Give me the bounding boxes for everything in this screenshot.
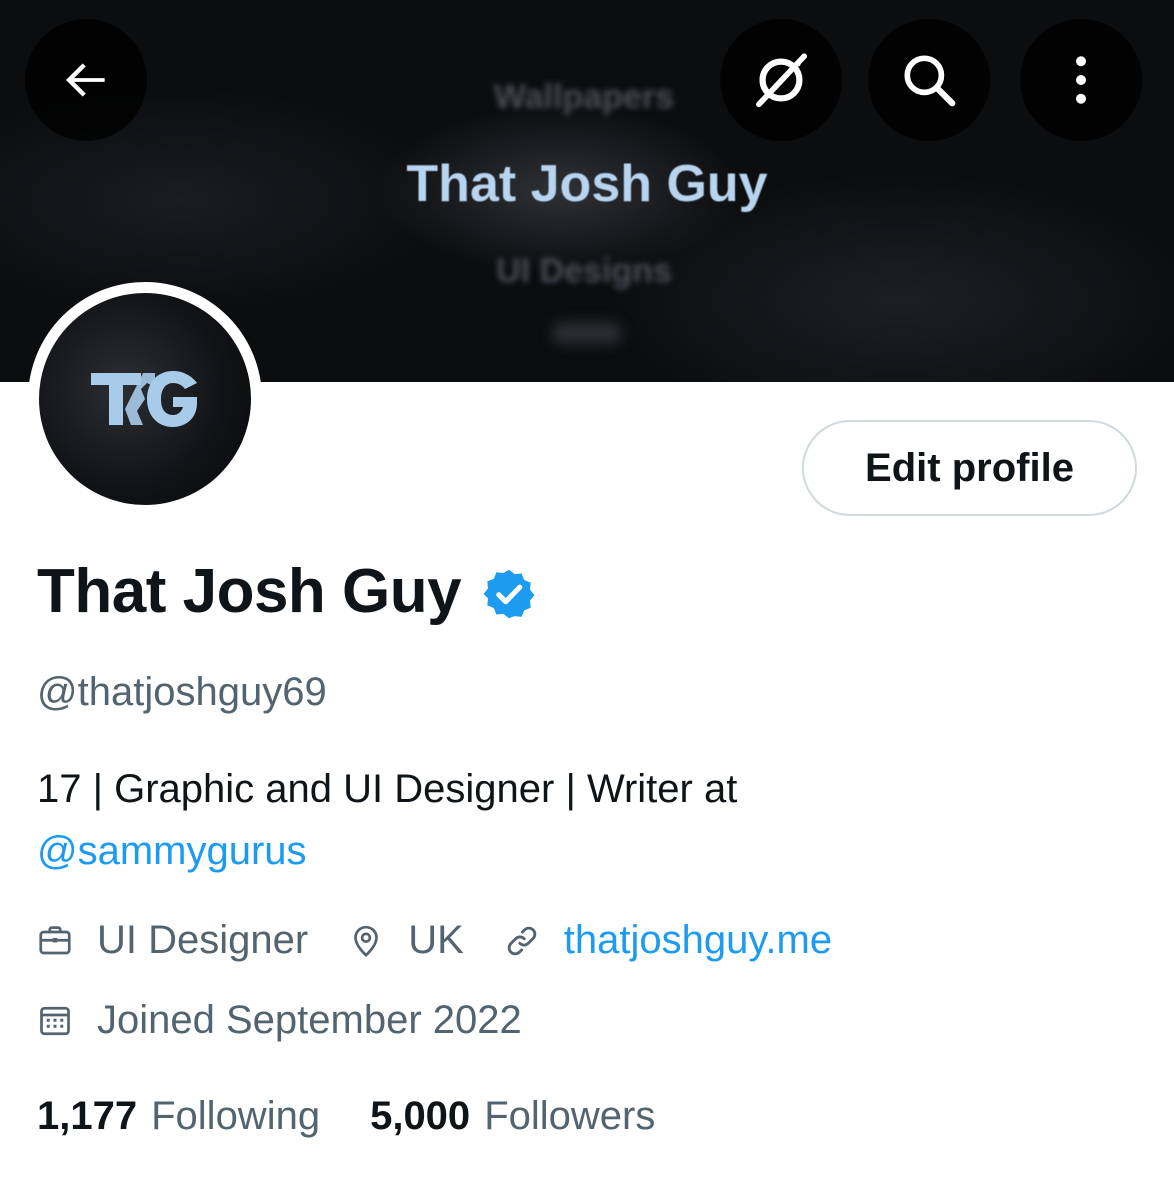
followers-count: 5,000 — [370, 1094, 471, 1138]
arrow-left-icon — [65, 63, 105, 97]
banner-line-wallpapers: Wallpapers — [493, 78, 675, 116]
more-options-button[interactable] — [1020, 19, 1142, 141]
followers-label: Followers — [484, 1094, 656, 1138]
following-stat[interactable]: 1,177 Following — [37, 1094, 320, 1139]
bio-mention-link[interactable]: @sammygurus — [37, 820, 1037, 882]
profession-item: UI Designer — [37, 918, 308, 963]
website-link[interactable]: thatjoshguy.me — [564, 918, 832, 963]
profile-name-row: That Josh Guy — [37, 556, 537, 627]
location-text: UK — [408, 918, 464, 962]
location-pin-icon — [348, 923, 384, 959]
back-button[interactable] — [25, 19, 147, 141]
verified-badge-icon[interactable] — [481, 566, 537, 622]
briefcase-icon — [37, 923, 73, 959]
following-count: 1,177 — [37, 1094, 138, 1138]
followers-stat[interactable]: 5,000 Followers — [370, 1094, 655, 1139]
avatar[interactable] — [28, 282, 262, 516]
calendar-icon — [37, 1003, 73, 1039]
no-connection-button[interactable] — [720, 19, 842, 141]
profile-bio: 17 | Graphic and UI Designer | Writer at… — [37, 758, 1037, 882]
joined-text: Joined September 2022 — [97, 998, 522, 1042]
edit-profile-button[interactable]: Edit profile — [802, 420, 1137, 516]
tg-logo-icon — [91, 371, 197, 427]
joined-item: Joined September 2022 — [37, 998, 522, 1043]
banner-title: That Josh Guy — [406, 155, 768, 213]
avatar-image — [39, 293, 251, 505]
profile-joined-row: Joined September 2022 — [37, 998, 522, 1043]
profile-handle: @thatjoshguy69 — [37, 670, 327, 714]
profile-stats: 1,177 Following 5,000 Followers — [37, 1094, 655, 1139]
following-label: Following — [151, 1094, 321, 1138]
display-name: That Josh Guy — [37, 557, 462, 626]
search-button[interactable] — [868, 19, 990, 141]
search-icon — [904, 55, 956, 107]
no-connection-icon — [756, 53, 808, 108]
website-item[interactable]: thatjoshguy.me — [504, 918, 832, 963]
profile-meta-row: UI Designer UK thatjoshguy.me — [37, 918, 832, 963]
banner-blur-decoration — [552, 322, 622, 344]
profession-text: UI Designer — [97, 918, 309, 962]
link-icon — [504, 923, 540, 959]
more-vertical-icon — [1076, 56, 1086, 104]
location-item: UK — [348, 918, 464, 963]
bio-text: 17 | Graphic and UI Designer | Writer at — [37, 767, 738, 811]
